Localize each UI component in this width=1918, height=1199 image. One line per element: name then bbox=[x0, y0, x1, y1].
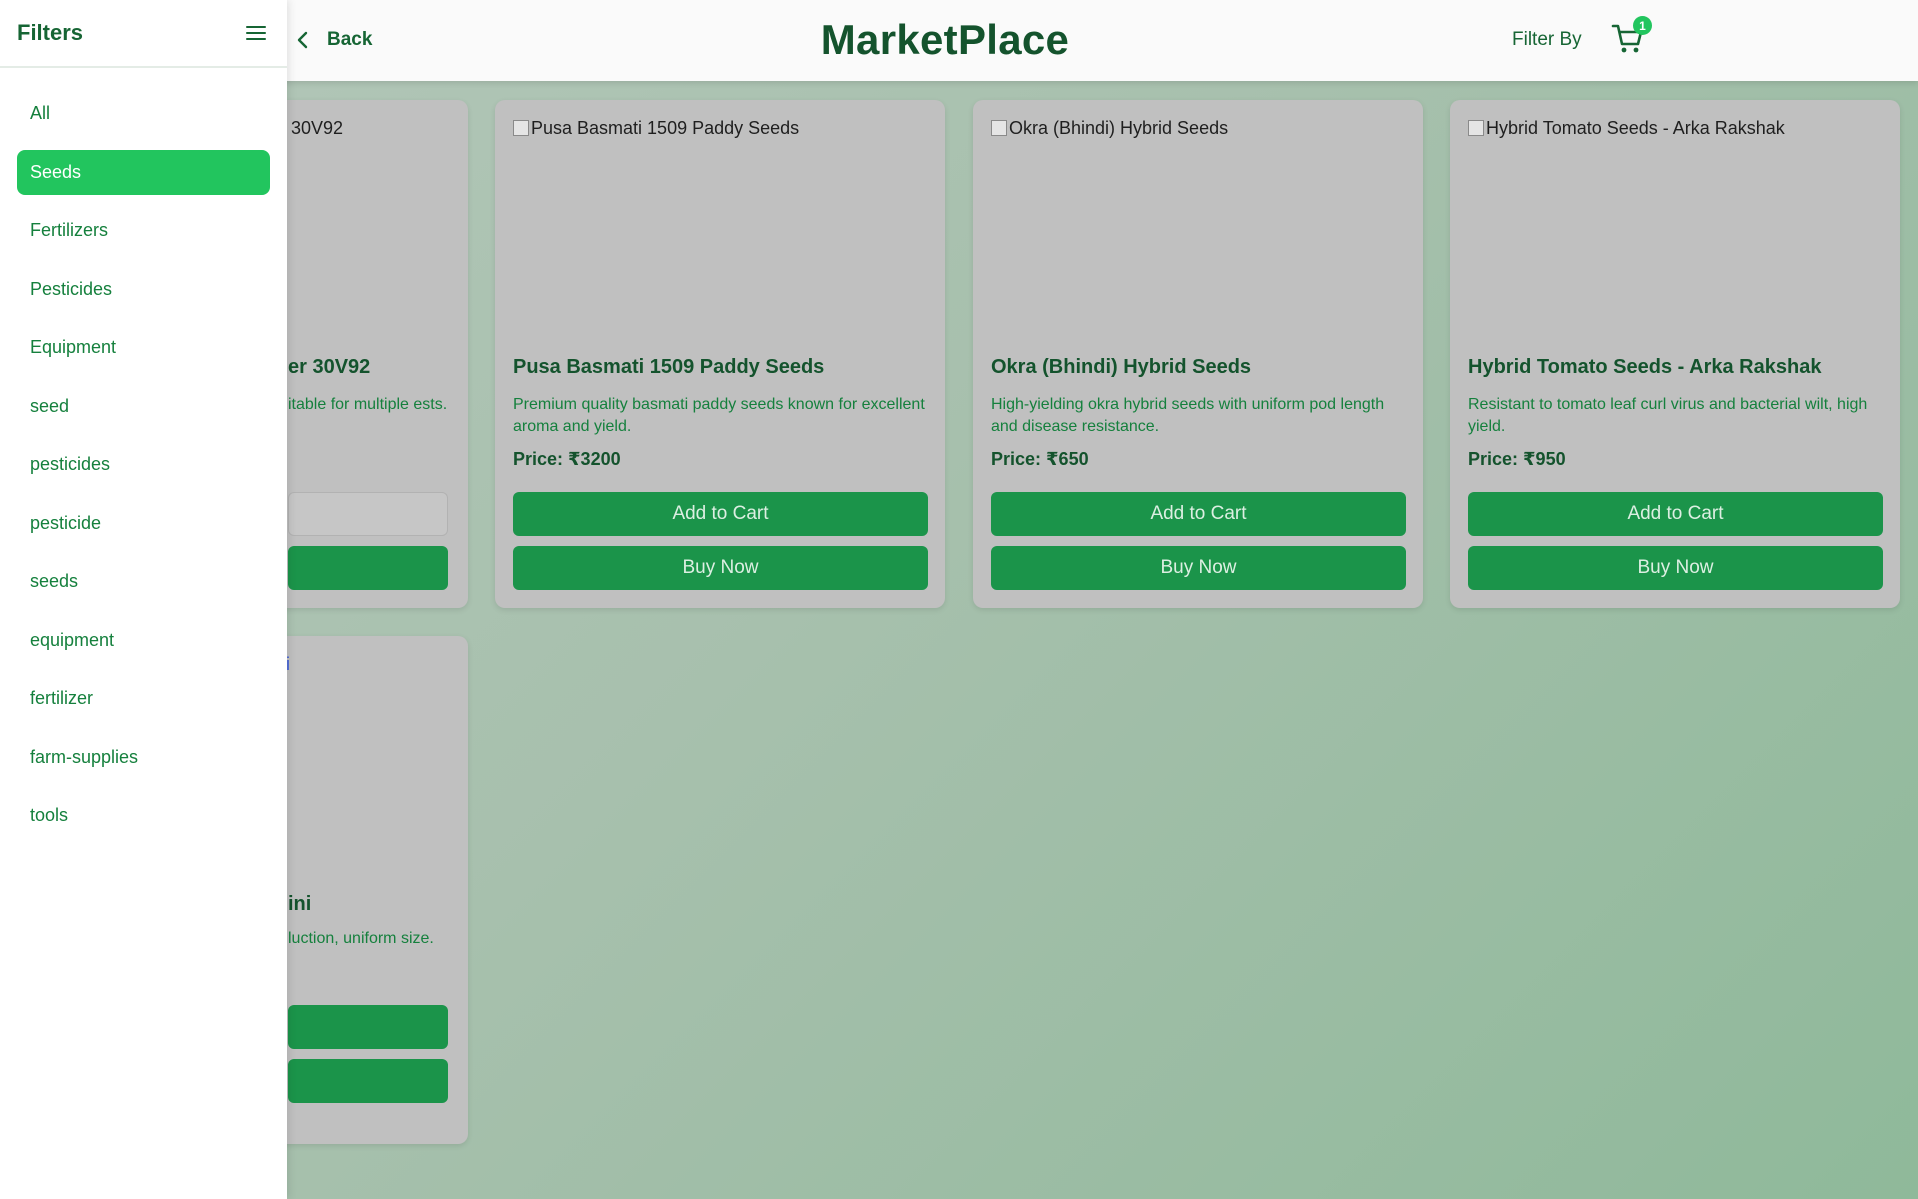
product-description: luction, uniform size. bbox=[288, 930, 434, 947]
cart-count-badge: 1 bbox=[1633, 16, 1652, 35]
buy-now-button[interactable]: Buy Now bbox=[513, 546, 928, 590]
filter-item-fertilizer[interactable]: fertilizer bbox=[17, 676, 270, 721]
filter-item-farm-supplies[interactable]: farm-supplies bbox=[17, 735, 270, 780]
product-image: Hybrid Tomato Seeds - Arka Rakshak bbox=[1468, 118, 1785, 139]
add-to-cart-button[interactable]: Add to Cart bbox=[1468, 492, 1883, 536]
product-price: Price: ₹3200 bbox=[513, 449, 621, 469]
product-image: Okra (Bhindi) Hybrid Seeds bbox=[991, 118, 1228, 139]
product-image-alt: 30V92 bbox=[291, 118, 344, 138]
product-title: er 30V92 bbox=[288, 356, 371, 378]
buy-now-button[interactable] bbox=[288, 546, 448, 590]
filter-item-pesticide[interactable]: pesticide bbox=[17, 501, 270, 546]
filter-item-all[interactable]: All bbox=[17, 91, 270, 136]
filter-item-equipment-lower[interactable]: equipment bbox=[17, 618, 270, 663]
filter-item-fertilizers[interactable]: Fertilizers bbox=[17, 208, 270, 253]
add-to-cart-button[interactable]: Add to Cart bbox=[991, 492, 1406, 536]
sidebar-header: Filters bbox=[0, 0, 287, 68]
filter-item-seed[interactable]: seed bbox=[17, 384, 270, 429]
broken-image-icon bbox=[513, 120, 529, 136]
broken-image-icon bbox=[1468, 120, 1484, 136]
product-image-alt: Hybrid Tomato Seeds - Arka Rakshak bbox=[1486, 118, 1785, 138]
filter-item-seeds-lower[interactable]: seeds bbox=[17, 559, 270, 604]
product-card: Pusa Basmati 1509 Paddy Seeds Pusa Basma… bbox=[495, 100, 945, 608]
filter-item-equipment[interactable]: Equipment bbox=[17, 325, 270, 370]
product-title: Pusa Basmati 1509 Paddy Seeds bbox=[513, 356, 825, 378]
add-to-cart-button[interactable] bbox=[288, 1005, 448, 1049]
product-card: Hybrid Tomato Seeds - Arka Rakshak Hybri… bbox=[1450, 100, 1900, 608]
filter-item-seeds[interactable]: Seeds bbox=[17, 149, 270, 195]
top-header: Back MarketPlace Filter By 1 bbox=[0, 0, 1918, 81]
product-title: Hybrid Tomato Seeds - Arka Rakshak bbox=[1468, 356, 1822, 378]
add-to-cart-button[interactable]: Add to Cart bbox=[513, 492, 928, 536]
sidebar-title: Filters bbox=[17, 20, 84, 45]
buy-now-button[interactable] bbox=[288, 1059, 448, 1103]
product-image: Pusa Basmati 1509 Paddy Seeds bbox=[513, 118, 799, 139]
buy-now-button[interactable]: Buy Now bbox=[1468, 546, 1883, 590]
filter-by-button[interactable]: Filter By bbox=[1512, 29, 1582, 51]
product-price: Price: ₹650 bbox=[991, 449, 1089, 469]
product-price: Price: ₹950 bbox=[1468, 449, 1566, 469]
product-description: High-yielding okra hybrid seeds with uni… bbox=[991, 396, 1385, 435]
product-description: Premium quality basmati paddy seeds know… bbox=[513, 396, 925, 435]
product-title: Okra (Bhindi) Hybrid Seeds bbox=[991, 356, 1252, 378]
filter-list: All Seeds Fertilizers Pesticides Equipme… bbox=[0, 68, 287, 838]
product-image: 30V92 bbox=[291, 118, 343, 139]
product-description: itable for multiple ests. bbox=[288, 396, 448, 413]
add-to-cart-button[interactable] bbox=[288, 492, 448, 536]
product-title: ini bbox=[288, 893, 312, 915]
broken-image-icon bbox=[991, 120, 1007, 136]
buy-now-button[interactable]: Buy Now bbox=[991, 546, 1406, 590]
filter-item-pesticides[interactable]: Pesticides bbox=[17, 267, 270, 312]
hamburger-menu-icon[interactable] bbox=[245, 22, 267, 44]
product-description: Resistant to tomato leaf curl virus and … bbox=[1468, 396, 1868, 435]
product-image-alt: Pusa Basmati 1509 Paddy Seeds bbox=[531, 118, 800, 138]
cart-button[interactable]: 1 bbox=[1611, 16, 1652, 56]
filter-item-tools[interactable]: tools bbox=[17, 793, 270, 838]
product-image-alt: Okra (Bhindi) Hybrid Seeds bbox=[1009, 118, 1229, 138]
filter-item-pesticides-lower[interactable]: pesticides bbox=[17, 442, 270, 487]
filters-sidebar: Filters All Seeds Fertilizers Pesticides… bbox=[0, 0, 287, 1199]
product-card: Okra (Bhindi) Hybrid Seeds Okra (Bhindi)… bbox=[973, 100, 1423, 608]
